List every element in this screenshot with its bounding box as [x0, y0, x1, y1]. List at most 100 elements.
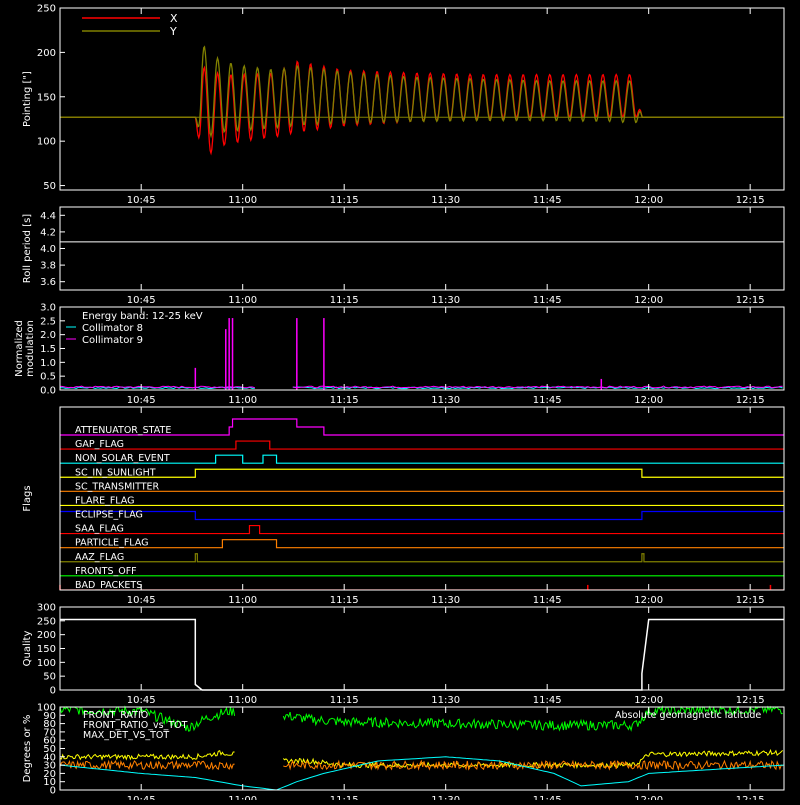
geo-xtick-label: 12:15 [736, 795, 765, 800]
geo-legend-label: Absolute geomagnetic latitude [615, 710, 761, 721]
quality-ytick-label: 100 [37, 658, 56, 669]
flag-label: ECLIPSE_FLAG [75, 510, 143, 521]
flag-label: FLARE_FLAG [75, 495, 135, 506]
modulation-ylabel: Normalized [14, 320, 25, 377]
modulation-ytick-label: 1.0 [40, 358, 56, 369]
roll-ytick-label: 3.6 [40, 277, 56, 288]
flag-line-sc_in_sunlight [60, 468, 784, 478]
modulation-xtick-label: 11:45 [533, 395, 562, 406]
roll-ytick-label: 4.0 [40, 244, 56, 255]
quality-xtick-label: 11:00 [228, 695, 257, 706]
quality-series [60, 618, 784, 691]
flag-label: BAD_PACKETS [75, 580, 142, 591]
roll-xtick-label: 11:30 [431, 295, 460, 306]
roll-xtick-label: 12:15 [736, 295, 765, 306]
pointing-xtick-label: 11:00 [228, 195, 257, 206]
pointing-xtick-label: 11:15 [330, 195, 359, 206]
flag-label: AAZ_FLAG [75, 552, 124, 563]
quality-xtick-label: 12:00 [634, 695, 663, 706]
flag-line-eclipse_flag [60, 510, 784, 521]
pointing-ytick-label: 50 [43, 181, 56, 192]
flag-line-saa_flag [60, 524, 784, 535]
roll-ytick-label: 4.4 [40, 211, 56, 222]
quality-ytick-label: 50 [43, 672, 56, 683]
modulation-ytick-label: 0.5 [40, 372, 56, 383]
modulation-ylabel: modulation [25, 320, 36, 377]
flags-xtick-label: 11:30 [431, 595, 460, 606]
modulation-ytick-label: 3.0 [40, 303, 56, 314]
roll-xtick-label: 11:15 [330, 295, 359, 306]
roll-xtick-label: 12:00 [634, 295, 663, 306]
geo-xtick-label: 11:30 [431, 795, 460, 800]
geo-legend-label: MAX_DET_VS_TOT [83, 730, 169, 741]
roll-ylabel: Roll period [s] [22, 214, 33, 283]
pointing-frame [59, 7, 785, 191]
chart-canvas: 10:45 11:00 11:15 11:30 11:45 12:00 12:15 50 100… [14, 4, 785, 805]
rhessi-quicklook-chart: 10:45 11:00 11:15 11:30 11:45 12:00 12:15 50 100… [0, 0, 800, 805]
geo-xtick-label: 10:45 [127, 795, 156, 800]
geo-xtick-label: 11:45 [533, 795, 562, 800]
quality-xtick-label: 10:45 [127, 695, 156, 706]
geo-ylabel: Degrees or % [22, 715, 33, 783]
flag-label: ATTENUATOR_STATE [75, 425, 171, 436]
flag-label: NON_SOLAR_EVENT [75, 453, 170, 464]
pointing-xtick-label: 10:45 [127, 195, 156, 206]
roll-ytick-label: 4.2 [40, 227, 56, 238]
flag-line-aaz_flag [60, 553, 784, 563]
modulation-legend-label: Energy band: 12-25 keV [82, 311, 203, 322]
geo-xtick-label: 11:15 [330, 795, 359, 800]
pointing-legend-label: X [170, 12, 178, 25]
flag-line-gap_flag [60, 440, 784, 450]
flag-label: SC_IN_SUNLIGHT [75, 467, 156, 478]
quality-xtick-label: 11:45 [533, 695, 562, 706]
roll-xtick-label: 10:45 [127, 295, 156, 306]
flags-ylabel: Flags [22, 485, 33, 511]
quality-xtick-label: 12:15 [736, 695, 765, 706]
pointing-xtick-label: 12:15 [736, 195, 765, 206]
pointing-ylabel: Pointing ["] [22, 71, 33, 127]
roll-frame [59, 206, 785, 291]
geo-ytick-label: 100 [37, 703, 56, 714]
flags-xtick-label: 12:15 [736, 595, 765, 606]
modulation-xtick-label: 12:15 [736, 395, 765, 406]
quality-ytick-label: 150 [37, 644, 56, 655]
modulation-legend-label: Collimator 8 [82, 323, 143, 334]
flag-label: PARTICLE_FLAG [75, 538, 148, 549]
flags-xtick-label: 11:45 [533, 595, 562, 606]
modulation-xtick-label: 10:45 [127, 395, 156, 406]
flag-label: SAA_FLAG [75, 524, 124, 535]
pointing-xtick-label: 11:45 [533, 195, 562, 206]
modulation-ytick-label: 0.0 [40, 386, 56, 397]
flags-xtick-label: 10:45 [127, 595, 156, 606]
geo-xtick-label: 12:00 [634, 795, 663, 800]
flags-xtick-label: 11:00 [228, 595, 257, 606]
quality-ytick-label: 300 [37, 603, 56, 614]
roll-ytick-label: 3.8 [40, 261, 56, 272]
flag-label: FRONTS_OFF [75, 566, 137, 577]
modulation-ytick-label: 2.5 [40, 316, 56, 327]
pointing-legend-label: Y [169, 25, 177, 38]
flag-label: GAP_FLAG [75, 439, 124, 450]
pointing-ytick-label: 250 [37, 4, 56, 15]
flags-xtick-label: 11:15 [330, 595, 359, 606]
geo-series-2 [59, 759, 783, 772]
flag-label: SC_TRANSMITTER [75, 481, 160, 492]
modulation-xtick-label: 12:00 [634, 395, 663, 406]
roll-xtick-label: 11:00 [228, 295, 257, 306]
pointing-series-x [60, 60, 784, 156]
quality-ytick-label: 0 [50, 686, 56, 697]
modulation-xtick-label: 11:30 [431, 395, 460, 406]
modulation-ytick-label: 2.0 [40, 330, 56, 341]
pointing-ytick-label: 150 [37, 92, 56, 103]
quality-xtick-label: 11:30 [431, 695, 460, 706]
quality-xtick-label: 11:15 [330, 695, 359, 706]
modulation-ytick-label: 1.5 [40, 344, 56, 355]
roll-xtick-label: 11:45 [533, 295, 562, 306]
modulation-legend-label: Collimator 9 [82, 335, 143, 346]
quality-ytick-label: 250 [37, 616, 56, 627]
flag-line-particle_flag [60, 539, 784, 549]
pointing-ytick-label: 200 [37, 48, 56, 59]
pointing-xtick-label: 11:30 [431, 195, 460, 206]
pointing-ytick-label: 100 [37, 137, 56, 148]
quality-ytick-label: 200 [37, 630, 56, 641]
